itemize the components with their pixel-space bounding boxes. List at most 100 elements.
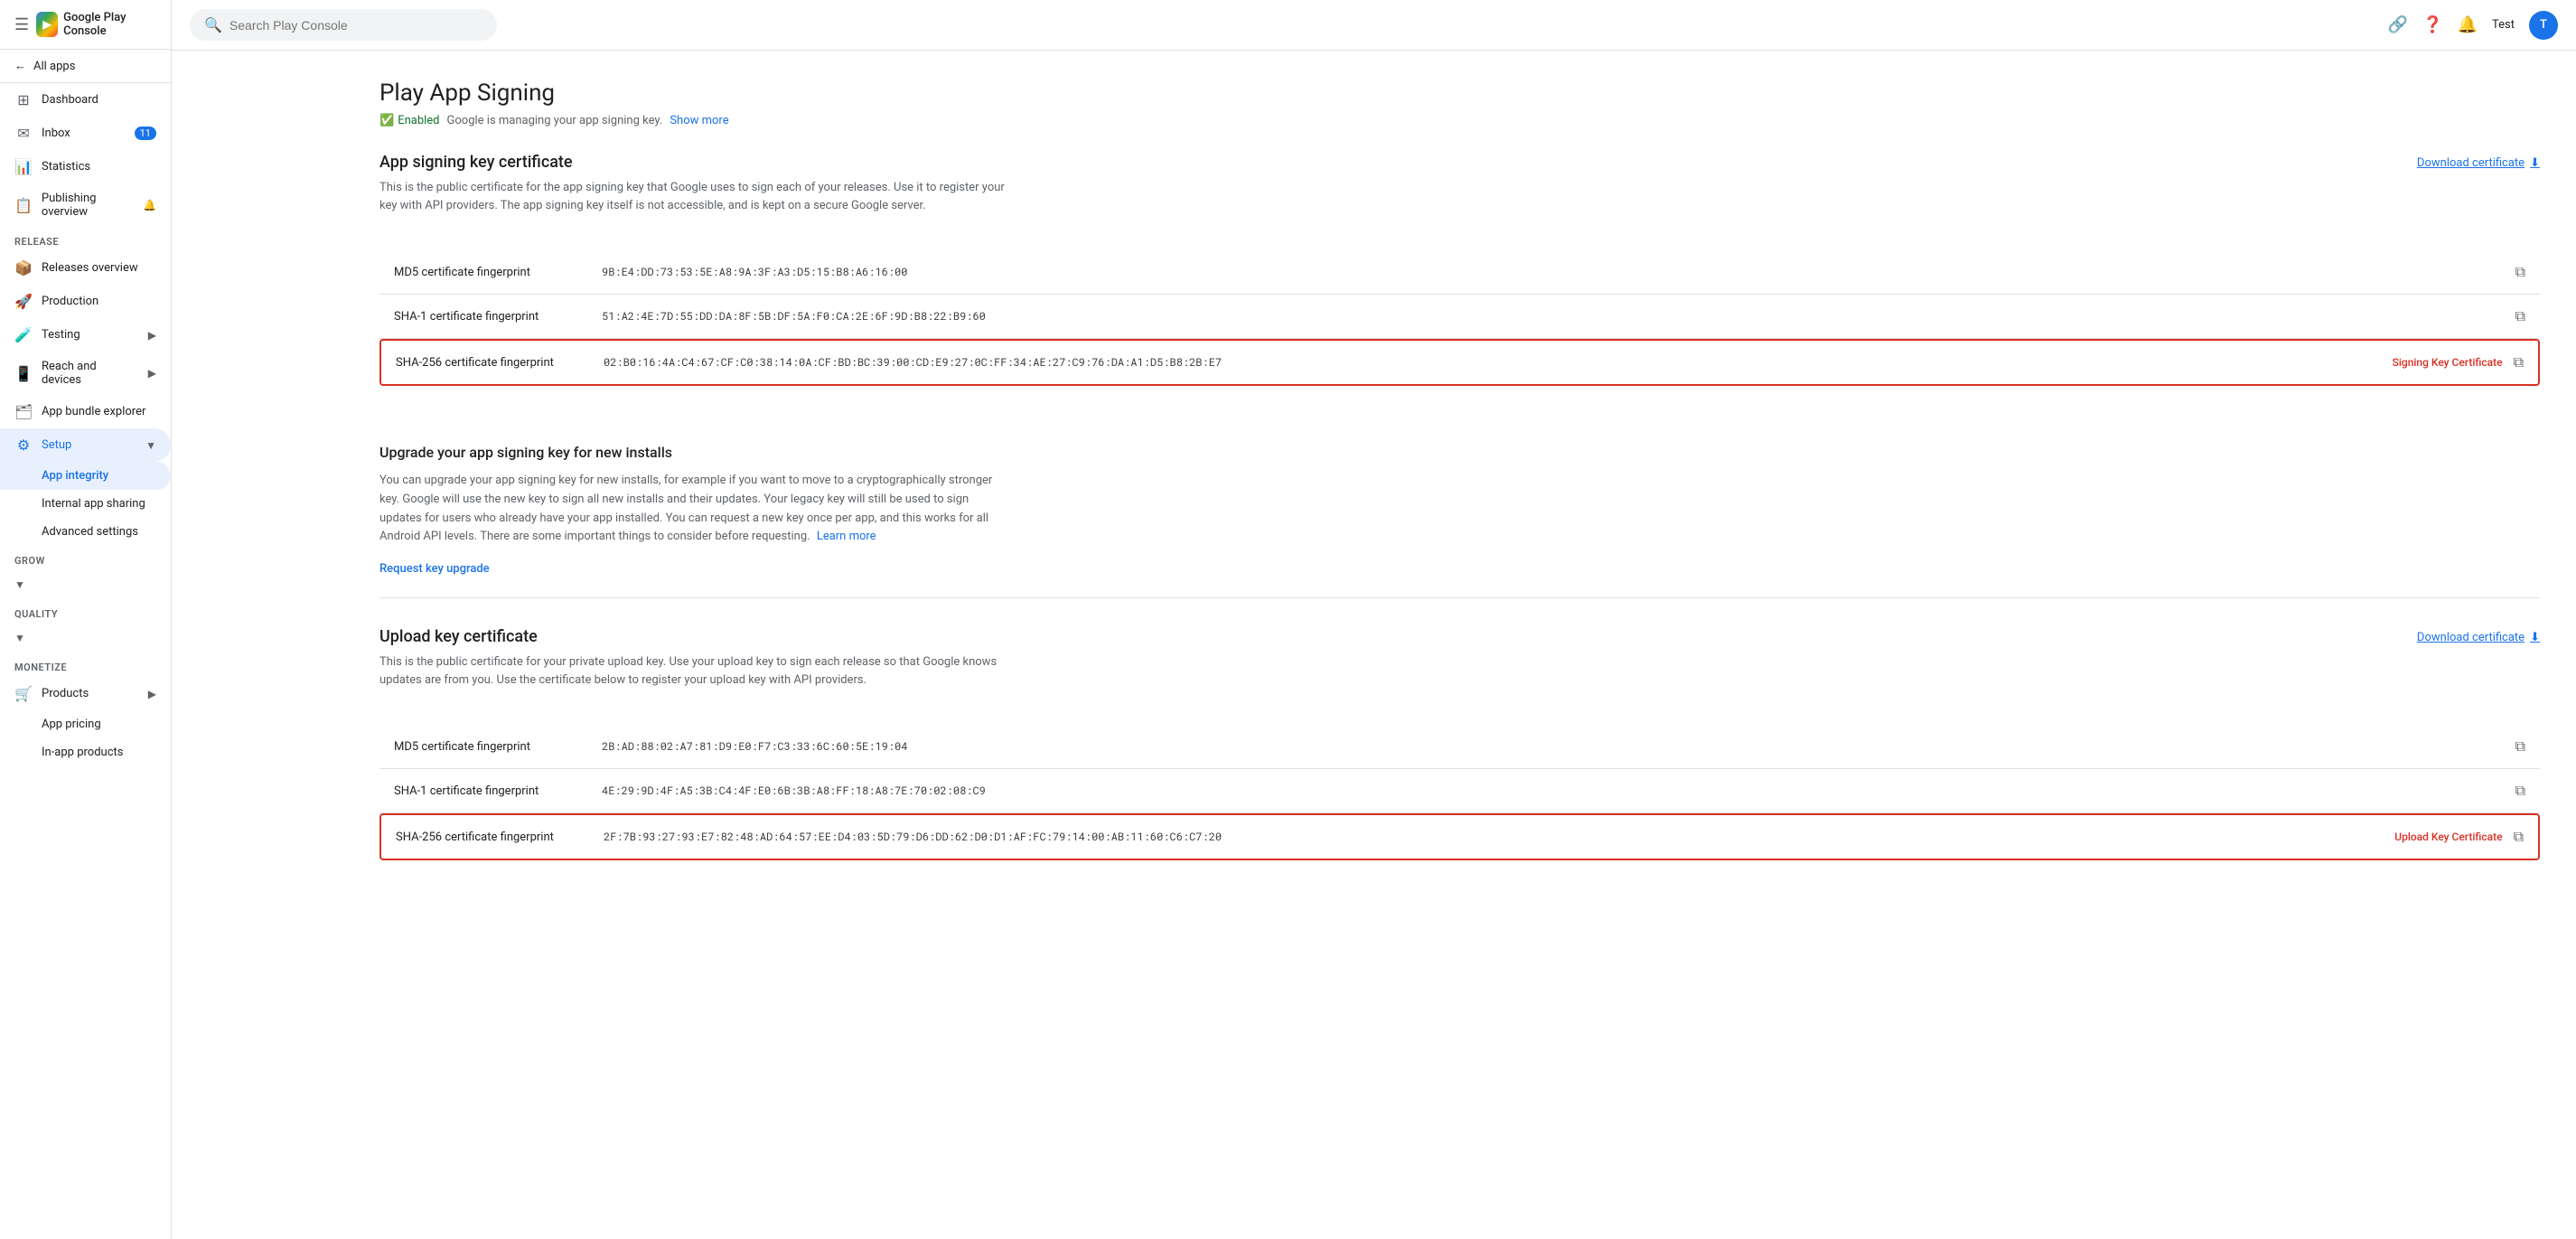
notifications-icon[interactable]: 🔔 bbox=[2458, 15, 2478, 34]
sidebar-item-production[interactable]: 🚀 Production bbox=[0, 285, 171, 318]
app-integrity-label: App integrity bbox=[42, 469, 108, 483]
products-collapse-icon: ▶ bbox=[148, 688, 156, 700]
sidebar-item-publishing-overview[interactable]: 📋 Publishing overview 🔔 bbox=[0, 183, 171, 227]
copy-icon[interactable]: ⧉ bbox=[2515, 737, 2525, 756]
main-content: Play App Signing ✅ Enabled Google is man… bbox=[343, 51, 2576, 1239]
sidebar-item-reach-and-devices[interactable]: 📱 Reach and devices ▶ bbox=[0, 352, 171, 395]
sidebar-item-setup[interactable]: ⚙ Setup ▼ bbox=[0, 428, 171, 462]
cert-row-sha1-signing: SHA-1 certificate fingerprint 51:A2:4E:7… bbox=[379, 295, 2540, 339]
inbox-icon: ✉ bbox=[14, 125, 33, 142]
reach-icon: 📱 bbox=[14, 365, 33, 382]
app-logo: ▶ Google Play Console bbox=[36, 11, 156, 38]
show-more-link[interactable]: Show more bbox=[670, 114, 728, 127]
upload-key-tag: Upload Key Certificate bbox=[2394, 831, 2502, 843]
dashboard-icon: ⊞ bbox=[14, 91, 33, 108]
hamburger-icon[interactable]: ☰ bbox=[14, 15, 29, 34]
sidebar-item-label: Setup bbox=[42, 438, 71, 452]
cert-label: SHA-256 certificate fingerprint bbox=[396, 831, 604, 844]
cert-value: 2F:7B:93:27:93:E7:82:48:AD:64:57:EE:D4:0… bbox=[604, 830, 2384, 844]
cert-actions: ⧉ bbox=[2515, 263, 2525, 281]
cert-actions: ⧉ bbox=[2515, 307, 2525, 325]
search-box[interactable]: 🔍 bbox=[190, 9, 497, 41]
cert-label: MD5 certificate fingerprint bbox=[394, 740, 602, 754]
check-icon: ✅ bbox=[379, 114, 394, 127]
quality-collapse-icon: ▼ bbox=[14, 632, 25, 644]
sidebar-item-dashboard[interactable]: ⊞ Dashboard bbox=[0, 83, 171, 117]
cert-row-md5-upload: MD5 certificate fingerprint 2B:AD:88:02:… bbox=[379, 725, 2540, 769]
logo-image: ▶ bbox=[36, 12, 58, 37]
upload-section-header: Upload key certificate This is the publi… bbox=[379, 627, 2540, 707]
app-signing-desc: This is the public certificate for the a… bbox=[379, 179, 1012, 214]
cert-actions: Upload Key Certificate ⧉ bbox=[2394, 828, 2524, 846]
upgrade-title: Upgrade your app signing key for new ins… bbox=[379, 444, 2540, 461]
sidebar-item-inbox[interactable]: ✉ Inbox 11 bbox=[0, 117, 171, 150]
advanced-settings-label: Advanced settings bbox=[42, 525, 138, 539]
testing-collapse-icon: ▶ bbox=[148, 329, 156, 342]
cert-value: 9B:E4:DD:73:53:5E:A8:9A:3F:A3:D5:15:B8:A… bbox=[602, 265, 2505, 279]
download-icon: ⬇ bbox=[2530, 156, 2540, 170]
sidebar-item-releases-overview[interactable]: 📦 Releases overview bbox=[0, 251, 171, 285]
app-pricing-label: App pricing bbox=[42, 718, 101, 731]
sidebar-sub-advanced-settings[interactable]: Advanced settings bbox=[0, 518, 171, 546]
cert-row-sha256-upload: SHA-256 certificate fingerprint 2F:7B:93… bbox=[379, 813, 2540, 860]
topbar-actions: 🔗 ❓ 🔔 Test T bbox=[2388, 11, 2558, 40]
sidebar-sub-in-app-products[interactable]: In-app products bbox=[0, 738, 171, 766]
upload-key-title: Upload key certificate bbox=[379, 627, 1012, 646]
sidebar-sub-app-pricing[interactable]: App pricing bbox=[0, 710, 171, 738]
request-key-upgrade-button[interactable]: Request key upgrade bbox=[379, 562, 490, 576]
signing-key-tag: Signing Key Certificate bbox=[2393, 356, 2503, 369]
production-icon: 🚀 bbox=[14, 293, 33, 310]
enabled-badge: ✅ Enabled bbox=[379, 114, 440, 127]
download-cert-label: Download certificate bbox=[2417, 156, 2524, 170]
sidebar-item-testing[interactable]: 🧪 Testing ▶ bbox=[0, 318, 171, 352]
download-upload-cert-button[interactable]: Download certificate ⬇ bbox=[2417, 631, 2540, 644]
cert-actions: ⧉ bbox=[2515, 782, 2525, 800]
sidebar-item-label: Products bbox=[42, 687, 89, 700]
link-icon[interactable]: 🔗 bbox=[2388, 15, 2408, 34]
app-name: Google Play Console bbox=[63, 11, 156, 38]
sidebar-header: ☰ ▶ Google Play Console bbox=[0, 0, 171, 50]
account-label[interactable]: Test bbox=[2492, 18, 2515, 32]
cert-row-sha256-signing: SHA-256 certificate fingerprint 02:B0:16… bbox=[379, 339, 2540, 386]
sidebar-sub-internal-app-sharing[interactable]: Internal app sharing bbox=[0, 490, 171, 518]
sidebar-item-statistics[interactable]: 📊 Statistics bbox=[0, 150, 171, 183]
cert-label: MD5 certificate fingerprint bbox=[394, 266, 602, 279]
all-apps-label: All apps bbox=[33, 60, 75, 73]
download-upload-cert-label: Download certificate bbox=[2417, 631, 2524, 644]
copy-icon[interactable]: ⧉ bbox=[2515, 263, 2525, 281]
copy-icon[interactable]: ⧉ bbox=[2514, 828, 2524, 846]
back-arrow-icon: ← bbox=[14, 59, 26, 73]
sidebar-item-label: Production bbox=[42, 295, 98, 308]
page-title: Play App Signing bbox=[379, 80, 2540, 107]
download-cert-button[interactable]: Download certificate ⬇ bbox=[2417, 156, 2540, 170]
upload-key-section: Upload key certificate This is the publi… bbox=[379, 627, 2540, 860]
sidebar-item-label: Inbox bbox=[42, 127, 70, 140]
bundle-icon: 🗂 bbox=[14, 403, 33, 420]
help-icon[interactable]: ❓ bbox=[2422, 15, 2442, 34]
reach-collapse-icon: ▶ bbox=[148, 367, 156, 380]
cert-row-md5-signing: MD5 certificate fingerprint 9B:E4:DD:73:… bbox=[379, 250, 2540, 295]
sidebar-item-label: Releases overview bbox=[42, 261, 138, 275]
sidebar-item-app-bundle-explorer[interactable]: 🗂 App bundle explorer bbox=[0, 395, 171, 428]
sidebar-item-quality[interactable]: ▼ bbox=[0, 624, 171, 652]
copy-icon[interactable]: ⧉ bbox=[2515, 782, 2525, 800]
learn-more-link[interactable]: Learn more bbox=[817, 530, 876, 543]
search-input[interactable] bbox=[229, 18, 482, 33]
cert-label: SHA-1 certificate fingerprint bbox=[394, 784, 602, 798]
subtitle-description: Google is managing your app signing key. bbox=[447, 114, 663, 127]
all-apps-button[interactable]: ← All apps bbox=[0, 50, 171, 83]
sidebar-item-label: Dashboard bbox=[42, 93, 98, 107]
products-icon: 🛒 bbox=[14, 685, 33, 702]
statistics-icon: 📊 bbox=[14, 158, 33, 175]
user-avatar[interactable]: T bbox=[2529, 11, 2558, 40]
sidebar-item-grow[interactable]: ▼ bbox=[0, 570, 171, 599]
download-upload-icon: ⬇ bbox=[2530, 631, 2540, 644]
sidebar-sub-app-integrity[interactable]: App integrity bbox=[0, 462, 171, 490]
publishing-icon: 📋 bbox=[14, 197, 33, 214]
sidebar-item-products[interactable]: 🛒 Products ▶ bbox=[0, 677, 171, 710]
cert-actions: Signing Key Certificate ⧉ bbox=[2393, 353, 2524, 371]
internal-app-sharing-label: Internal app sharing bbox=[42, 497, 145, 511]
copy-icon[interactable]: ⧉ bbox=[2515, 307, 2525, 325]
releases-icon: 📦 bbox=[14, 259, 33, 277]
copy-icon[interactable]: ⧉ bbox=[2514, 353, 2524, 371]
